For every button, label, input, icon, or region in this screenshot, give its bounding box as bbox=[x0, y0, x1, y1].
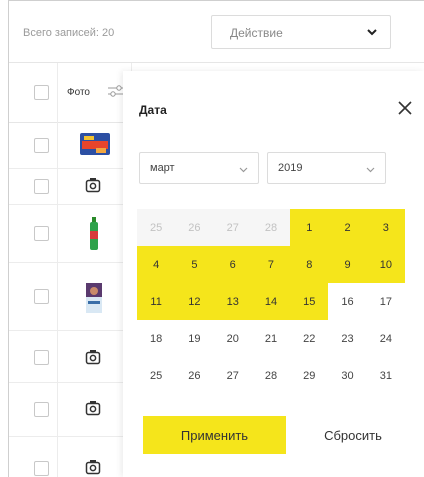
calendar-day[interactable]: 13 bbox=[213, 283, 252, 320]
product-image-package bbox=[86, 283, 102, 313]
calendar-day[interactable]: 27 bbox=[213, 209, 252, 246]
product-image-snack bbox=[80, 133, 110, 155]
calendar-day[interactable]: 6 bbox=[213, 246, 252, 283]
action-dropdown-label: Действие bbox=[230, 26, 283, 40]
table-row[interactable] bbox=[9, 331, 131, 383]
camera-icon bbox=[85, 460, 101, 475]
calendar-day[interactable]: 14 bbox=[251, 283, 291, 320]
year-select-value: 2019 bbox=[278, 162, 303, 174]
calendar-day[interactable]: 15 bbox=[290, 283, 329, 320]
camera-icon bbox=[85, 350, 101, 365]
calendar-day[interactable]: 3 bbox=[366, 209, 405, 246]
calendar-day[interactable]: 8 bbox=[290, 246, 329, 283]
table-row[interactable] bbox=[9, 437, 131, 477]
date-panel-title: Дата bbox=[139, 103, 167, 117]
chevron-down-icon bbox=[366, 167, 375, 173]
table-row[interactable] bbox=[9, 169, 131, 205]
calendar-day[interactable]: 12 bbox=[175, 283, 214, 320]
calendar-day[interactable]: 28 bbox=[251, 209, 291, 246]
table-row[interactable] bbox=[9, 263, 131, 331]
camera-icon bbox=[85, 401, 101, 416]
calendar-day[interactable]: 25 bbox=[137, 209, 176, 246]
calendar-day[interactable]: 11 bbox=[137, 283, 176, 320]
calendar-day[interactable]: 27 bbox=[214, 357, 252, 394]
calendar-day[interactable]: 19 bbox=[175, 320, 213, 357]
calendar-week: 25 26 27 28 1 2 3 bbox=[137, 209, 405, 246]
row-checkbox[interactable] bbox=[34, 289, 49, 304]
apply-button[interactable]: Применить bbox=[143, 416, 286, 454]
calendar-week: 4 5 6 7 8 9 10 bbox=[137, 246, 405, 283]
toolbar: Всего записей: 20 Действие bbox=[9, 1, 424, 63]
calendar-day[interactable]: 26 bbox=[175, 357, 213, 394]
calendar-day[interactable]: 23 bbox=[328, 320, 366, 357]
row-checkbox[interactable] bbox=[34, 461, 49, 476]
calendar-week: 25 26 27 28 29 30 31 bbox=[137, 357, 405, 394]
calendar-day[interactable]: 7 bbox=[251, 246, 291, 283]
calendar-day[interactable]: 10 bbox=[366, 246, 405, 283]
row-checkbox[interactable] bbox=[34, 402, 49, 417]
table-row[interactable] bbox=[9, 383, 131, 437]
calendar-day[interactable]: 25 bbox=[137, 357, 175, 394]
calendar-day[interactable]: 5 bbox=[175, 246, 214, 283]
calendar-day[interactable]: 2 bbox=[328, 209, 367, 246]
camera-icon bbox=[85, 178, 101, 193]
chevron-down-icon bbox=[367, 29, 377, 36]
calendar-day[interactable]: 1 bbox=[290, 209, 329, 246]
calendar-day[interactable]: 22 bbox=[290, 320, 328, 357]
calendar-day[interactable]: 26 bbox=[175, 209, 214, 246]
year-select[interactable]: 2019 bbox=[267, 152, 386, 184]
calendar-day[interactable]: 29 bbox=[290, 357, 328, 394]
month-select-value: март bbox=[150, 162, 175, 174]
calendar-day[interactable]: 16 bbox=[328, 283, 366, 320]
date-filter-panel: Дата март 2019 25 26 27 28 1 2 3 4 5 6 7 8 9 10 11 12 13… bbox=[123, 71, 424, 477]
action-dropdown[interactable]: Действие bbox=[211, 15, 391, 49]
row-checkbox[interactable] bbox=[34, 179, 49, 194]
calendar-grid: 25 26 27 28 1 2 3 4 5 6 7 8 9 10 11 12 13 14 15 16 17 18 19 20 2… bbox=[137, 209, 405, 394]
calendar-day[interactable]: 30 bbox=[328, 357, 366, 394]
row-checkbox[interactable] bbox=[34, 226, 49, 241]
calendar-day[interactable]: 24 bbox=[367, 320, 405, 357]
calendar-day[interactable]: 9 bbox=[328, 246, 367, 283]
close-icon[interactable] bbox=[396, 99, 414, 117]
product-image-bottle bbox=[90, 217, 98, 250]
calendar-day[interactable]: 21 bbox=[252, 320, 290, 357]
calendar-week: 18 19 20 21 22 23 24 bbox=[137, 320, 405, 357]
calendar-day[interactable]: 31 bbox=[367, 357, 405, 394]
photo-column-header: Фото bbox=[67, 87, 90, 98]
row-checkbox[interactable] bbox=[34, 350, 49, 365]
calendar-week: 11 12 13 14 15 16 17 bbox=[137, 283, 405, 320]
calendar-day[interactable]: 20 bbox=[214, 320, 252, 357]
table-row[interactable] bbox=[9, 205, 131, 263]
table-row[interactable] bbox=[9, 123, 131, 169]
row-checkbox[interactable] bbox=[34, 138, 49, 153]
select-all-checkbox[interactable] bbox=[34, 85, 49, 100]
calendar-day[interactable]: 28 bbox=[252, 357, 290, 394]
calendar-day[interactable]: 18 bbox=[137, 320, 175, 357]
calendar-day[interactable]: 17 bbox=[367, 283, 405, 320]
month-select[interactable]: март bbox=[139, 152, 259, 184]
records-count: Всего записей: 20 bbox=[23, 27, 115, 39]
calendar-day[interactable]: 4 bbox=[137, 246, 176, 283]
reset-button[interactable]: Сбросить bbox=[303, 416, 403, 454]
chevron-down-icon bbox=[239, 167, 248, 173]
